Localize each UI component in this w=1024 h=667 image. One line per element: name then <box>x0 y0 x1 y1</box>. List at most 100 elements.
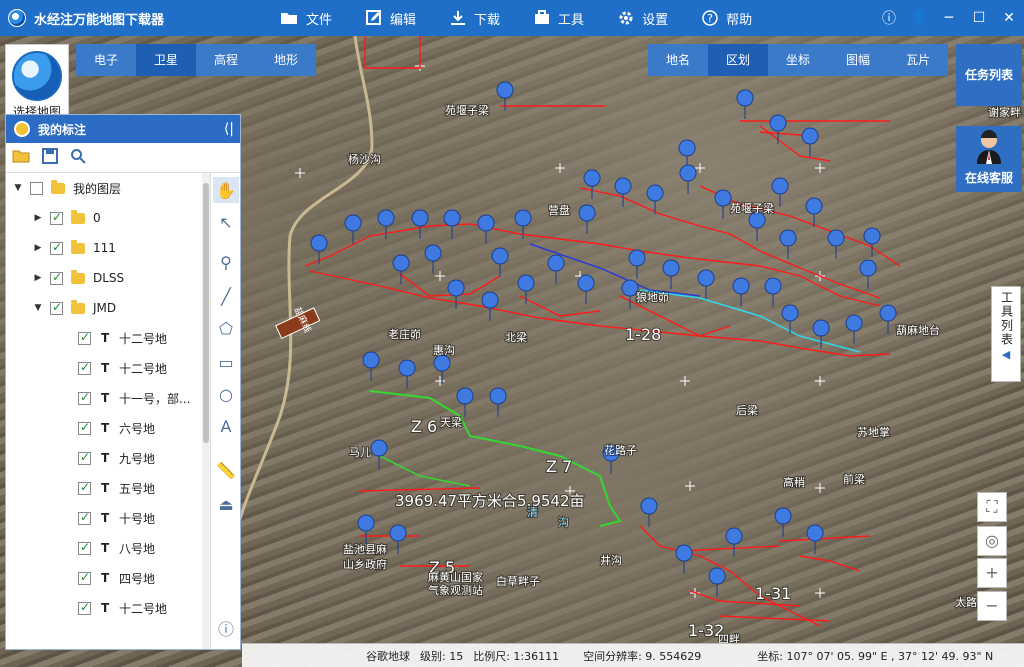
menu-download[interactable]: 下载 <box>450 0 500 36</box>
map-label: 后梁 <box>736 403 758 417</box>
info-icon[interactable]: ⓘ <box>874 8 904 28</box>
checkbox[interactable] <box>50 300 63 315</box>
line-icon[interactable]: ╱ <box>213 283 239 309</box>
open-folder-icon[interactable] <box>12 149 30 166</box>
minimize-button[interactable]: ─ <box>934 10 964 26</box>
tab-electronic[interactable]: 电子 <box>76 44 136 76</box>
checkbox[interactable] <box>50 210 63 225</box>
tree-row[interactable]: T 九号地 <box>72 443 155 473</box>
tree-label: 111 <box>93 241 116 255</box>
checkbox[interactable] <box>78 420 91 435</box>
checkbox[interactable] <box>78 450 91 465</box>
tree-row[interactable]: ▶0 <box>32 203 101 233</box>
map-label: 葫麻地台 <box>896 323 940 337</box>
checkbox[interactable] <box>78 570 91 585</box>
collapsed-arrow-icon[interactable]: ▶ <box>32 243 44 253</box>
tree-row[interactable]: T 十二号地 <box>72 323 167 353</box>
locate-button[interactable]: ◎ <box>977 526 1007 556</box>
tree-row[interactable]: T 十二号地 <box>72 353 167 383</box>
menu-tools[interactable]: 工具 <box>534 0 584 36</box>
rectangle-icon[interactable]: ▭ <box>213 349 239 375</box>
toolbox-label: 工具列表 <box>999 291 1014 347</box>
tab-place-names[interactable]: 地名 <box>648 44 708 76</box>
map-label: 花路子 <box>604 444 637 457</box>
tree-row[interactable]: T 十一号，部... <box>72 383 190 413</box>
tab-map-sheets[interactable]: 图幅 <box>828 44 888 76</box>
save-icon[interactable] <box>42 148 58 167</box>
menu-settings[interactable]: 设置 <box>618 0 668 36</box>
status-coordinates: 坐标: 107° 07' 05. 99" E , 37° 12' 49. 93"… <box>757 649 994 663</box>
checkbox[interactable] <box>78 330 91 345</box>
map-label: 苑堰子梁 <box>730 201 774 215</box>
point-marker-icon[interactable]: ⚲ <box>213 249 239 275</box>
tree-label: 十二号地 <box>119 601 168 616</box>
tree-scrollbar[interactable] <box>202 173 210 649</box>
menu-help[interactable]: ? 帮助 <box>702 0 752 36</box>
toolbox-panel[interactable]: 工具列表 ◀ <box>991 286 1021 382</box>
tree-row[interactable]: T 十二号地 <box>72 593 167 623</box>
map-type-tabs: 电子 卫星 高程 地形 <box>76 44 317 76</box>
pan-hand-icon[interactable]: ✋ <box>213 177 239 203</box>
zoom-out-button[interactable]: − <box>977 591 1007 621</box>
checkbox[interactable] <box>50 240 63 255</box>
checkbox[interactable] <box>50 270 63 285</box>
tree-row[interactable]: ▶ 111 <box>32 233 116 263</box>
scrollbar-thumb[interactable] <box>203 183 209 443</box>
tree-label: 我的图层 <box>73 181 122 196</box>
text-tool-icon[interactable]: A <box>213 413 239 439</box>
tree-row[interactable]: T 五号地 <box>72 473 155 503</box>
checkbox[interactable] <box>78 390 91 405</box>
close-button[interactable]: ✕ <box>994 10 1024 26</box>
checkbox[interactable] <box>30 181 43 195</box>
service-agent-icon <box>977 130 1001 164</box>
tree-row[interactable]: T 八号地 <box>72 533 155 563</box>
circle-icon[interactable]: ○ <box>213 381 239 407</box>
checkbox[interactable] <box>78 360 91 375</box>
map-label: Z 7 <box>546 457 572 476</box>
checkbox[interactable] <box>78 480 91 495</box>
maximize-button[interactable]: ☐ <box>964 10 994 26</box>
tab-terrain[interactable]: 地形 <box>256 44 316 76</box>
tree-row[interactable]: ▼ 我的图层 <box>12 173 121 203</box>
tree-row[interactable]: T 十号地 <box>72 503 155 533</box>
area-measure-icon[interactable]: ⏏ <box>213 491 239 517</box>
expanded-arrow-icon[interactable]: ▼ <box>32 303 44 313</box>
checkbox[interactable] <box>78 540 91 555</box>
status-level: 级别: 15 <box>420 649 464 663</box>
expanded-arrow-icon[interactable]: ▼ <box>12 183 24 193</box>
online-service-button[interactable]: 在线客服 <box>956 126 1022 192</box>
chevron-left-icon: ◀ <box>1001 348 1011 361</box>
search-icon[interactable] <box>70 148 86 167</box>
collapse-panel-icon[interactable]: ⟨| <box>224 121 234 137</box>
status-source: 谷歌地球 <box>366 649 410 663</box>
help-icon: ? <box>702 10 718 26</box>
tree-row[interactable]: ▶ DLSS <box>32 263 124 293</box>
ruler-icon[interactable]: 📏 <box>213 457 239 483</box>
checkbox[interactable] <box>78 600 91 615</box>
zoom-in-button[interactable]: + <box>977 558 1007 588</box>
collapsed-arrow-icon[interactable]: ▶ <box>32 273 44 283</box>
text-icon: T <box>101 451 110 465</box>
tab-satellite[interactable]: 卫星 <box>136 44 197 76</box>
text-icon: T <box>101 391 110 405</box>
tab-elevation[interactable]: 高程 <box>196 44 256 76</box>
fullscreen-button[interactable]: ⛶ <box>977 492 1007 522</box>
collapsed-arrow-icon[interactable]: ▶ <box>32 213 44 223</box>
tab-tiles[interactable]: 瓦片 <box>888 44 948 76</box>
green-boundary-2 <box>379 455 471 487</box>
checkbox[interactable] <box>78 510 91 525</box>
menu-file[interactable]: 文件 <box>280 0 332 36</box>
user-icon[interactable]: 👤 <box>904 10 934 26</box>
task-list-button[interactable]: 任务列表 <box>956 44 1022 106</box>
tree-row[interactable]: T 六号地 <box>72 413 155 443</box>
select-arrow-icon[interactable]: ↖ <box>213 209 239 235</box>
tree-row[interactable]: ▼ JMD <box>32 293 116 323</box>
menu-help-label: 帮助 <box>726 12 753 28</box>
tab-coordinates[interactable]: 坐标 <box>768 44 828 76</box>
tree-row[interactable]: T 四号地 <box>72 563 155 593</box>
tab-divisions[interactable]: 区划 <box>708 44 769 76</box>
map-label: 苑堰子梁 <box>445 103 489 117</box>
menu-edit[interactable]: 编辑 <box>366 0 416 36</box>
polygon-icon[interactable]: ⬠ <box>213 315 239 341</box>
help-circle-icon[interactable]: ⓘ <box>213 615 239 641</box>
